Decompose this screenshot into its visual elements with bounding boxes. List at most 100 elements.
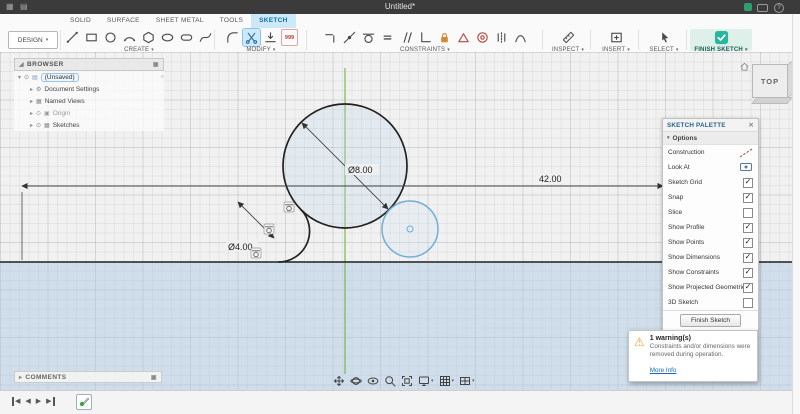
play-icon[interactable]: ▶ (36, 397, 41, 406)
show-points-checkbox[interactable]: ✓ (743, 238, 753, 248)
show-projected-geometries-checkbox[interactable]: ✓ (743, 283, 753, 293)
fillet-tool-icon[interactable] (224, 29, 241, 46)
finish-sketch-button[interactable]: FINISH SKETCH▾ (690, 29, 752, 51)
arc-tool-icon[interactable] (121, 29, 138, 46)
tangent-constraint-badge[interactable] (264, 224, 274, 234)
tangent-constraint-badge[interactable] (284, 202, 294, 212)
visibility-eye-icon[interactable]: ⊙ (36, 122, 41, 129)
options-section-header[interactable]: ▾ Options (663, 132, 758, 145)
orbit-icon[interactable] (350, 375, 362, 387)
collapse-corner-icon[interactable]: ◢ (19, 61, 24, 68)
viewcube-front-face[interactable] (751, 97, 792, 104)
expanded-caret-icon[interactable]: ▾ (18, 74, 21, 81)
finish-sketch-palette-button[interactable]: Finish Sketch (680, 314, 741, 327)
equal-constraint-icon[interactable] (379, 29, 396, 46)
snap-checkbox[interactable]: ✓ (743, 193, 753, 203)
sketch-grid-checkbox[interactable]: ✓ (743, 178, 753, 188)
midpoint-constraint-icon[interactable] (455, 29, 472, 46)
display-settings-icon[interactable]: ▾ (418, 375, 434, 387)
horizontal-vertical-constraint-icon[interactable] (322, 29, 339, 46)
show-profile-checkbox[interactable]: ✓ (743, 223, 753, 233)
tab-surface[interactable]: SURFACE (99, 14, 148, 28)
document-name[interactable]: (Unsaved) (41, 73, 79, 82)
small-circle[interactable] (382, 201, 438, 257)
comment-bubble-icon[interactable] (757, 4, 768, 12)
trim-tool-icon[interactable] (243, 29, 260, 46)
grid-settings-icon[interactable]: ▾ (439, 375, 455, 387)
sketch-palette-header[interactable]: SKETCH PALETTE ✕ (663, 119, 758, 132)
step-back-icon[interactable]: ◀ (25, 397, 30, 406)
spline-tool-icon[interactable] (197, 29, 214, 46)
fix-lock-constraint-icon[interactable] (436, 29, 453, 46)
symmetry-constraint-icon[interactable] (493, 29, 510, 46)
extend-tool-icon[interactable] (262, 29, 279, 46)
check-icon: ✓ (745, 223, 752, 231)
pan-icon[interactable] (333, 375, 345, 387)
viewcube-home-icon[interactable] (739, 61, 750, 72)
toolbar-separator (686, 30, 687, 50)
help-icon[interactable]: ? (774, 3, 784, 13)
close-icon[interactable]: ✕ (748, 121, 754, 129)
zoom-icon[interactable] (384, 375, 396, 387)
visibility-eye-icon[interactable]: ⊙ (24, 74, 29, 81)
look-at-icon[interactable] (739, 162, 753, 173)
viewports-icon[interactable]: ▾ (459, 375, 475, 387)
tab-solid[interactable]: SOLID (62, 14, 99, 28)
ellipse-tool-icon[interactable] (159, 29, 176, 46)
browser-row-named-views[interactable]: ▸ ▦ Named Views (14, 95, 164, 107)
insert-tool-icon[interactable] (608, 29, 625, 46)
slice-checkbox[interactable]: ✓ (743, 208, 753, 218)
palette-row-show-constraints: Show Constraints ✓ (663, 265, 758, 280)
3d-sketch-checkbox[interactable]: ✓ (743, 298, 753, 308)
tab-sketch[interactable]: SKETCH (251, 14, 296, 28)
views-icon: ▦ (36, 98, 42, 105)
tangent-constraint-badge[interactable] (251, 248, 261, 258)
visibility-eye-icon[interactable]: ⊙ (36, 110, 41, 117)
show-dimensions-checkbox[interactable]: ✓ (743, 253, 753, 263)
more-info-link[interactable]: More Info (650, 367, 677, 374)
polygon-tool-icon[interactable] (140, 29, 157, 46)
dock-icon[interactable]: ▣ (153, 61, 159, 68)
browser-row-sketches[interactable]: ▸ ⊙ ▦ Sketches (14, 119, 164, 131)
line-tool-icon[interactable] (64, 29, 81, 46)
look-at-icon[interactable] (367, 375, 379, 387)
edit-dimension-icon[interactable]: 999 (281, 29, 298, 46)
perpendicular-constraint-icon[interactable] (417, 29, 434, 46)
browser-row-document[interactable]: ▾ ⊙ ▤ (Unsaved) ○ (14, 71, 164, 83)
ring-icon[interactable]: ○ (160, 74, 164, 80)
avatar-icon[interactable] (744, 3, 752, 11)
tangent-constraint-icon[interactable] (360, 29, 377, 46)
warning-title: 1 warning(s) (650, 335, 752, 342)
viewcube-top-face[interactable]: TOP (752, 64, 788, 98)
parallel-constraint-icon[interactable] (398, 29, 415, 46)
browser-header[interactable]: ◢ BROWSER ▣ (14, 58, 164, 71)
go-to-end-icon[interactable]: ▶ (46, 397, 54, 406)
expand-caret-icon[interactable]: ▸ (30, 122, 33, 129)
slot-tool-icon[interactable] (178, 29, 195, 46)
expand-caret-icon[interactable]: ▸ (30, 86, 33, 93)
design-dropdown[interactable]: DESIGN ▾ (8, 31, 58, 49)
curvature-constraint-icon[interactable] (512, 29, 529, 46)
circle-tool-icon[interactable] (102, 29, 119, 46)
expand-caret-icon[interactable]: ▸ (19, 374, 22, 381)
browser-row-origin[interactable]: ▸ ⊙ ▣ Origin (14, 107, 164, 119)
tab-tools[interactable]: TOOLS (212, 14, 251, 28)
concentric-constraint-icon[interactable] (474, 29, 491, 46)
expand-caret-icon[interactable]: ▸ (30, 110, 33, 117)
fillet-arc[interactable] (279, 209, 310, 262)
timeline-sketch-feature[interactable] (76, 394, 92, 410)
coincident-constraint-icon[interactable] (341, 29, 358, 46)
expand-caret-icon[interactable]: ▸ (30, 98, 33, 105)
warning-icon: ⚠ (634, 335, 645, 377)
comments-bar[interactable]: ▸ COMMENTS ▣ (14, 371, 162, 383)
select-cursor-icon[interactable] (656, 29, 673, 46)
construction-line-icon[interactable] (739, 148, 753, 158)
measure-tool-icon[interactable] (560, 29, 577, 46)
tab-sheet-metal[interactable]: SHEET METAL (148, 14, 212, 28)
go-to-start-icon[interactable]: ◀ (12, 397, 20, 406)
show-constraints-checkbox[interactable]: ✓ (743, 268, 753, 278)
rectangle-tool-icon[interactable] (83, 29, 100, 46)
fit-icon[interactable] (401, 375, 413, 387)
browser-row-document-settings[interactable]: ▸ ⚙ Document Settings (14, 83, 164, 95)
dock-icon[interactable]: ▣ (151, 374, 157, 381)
